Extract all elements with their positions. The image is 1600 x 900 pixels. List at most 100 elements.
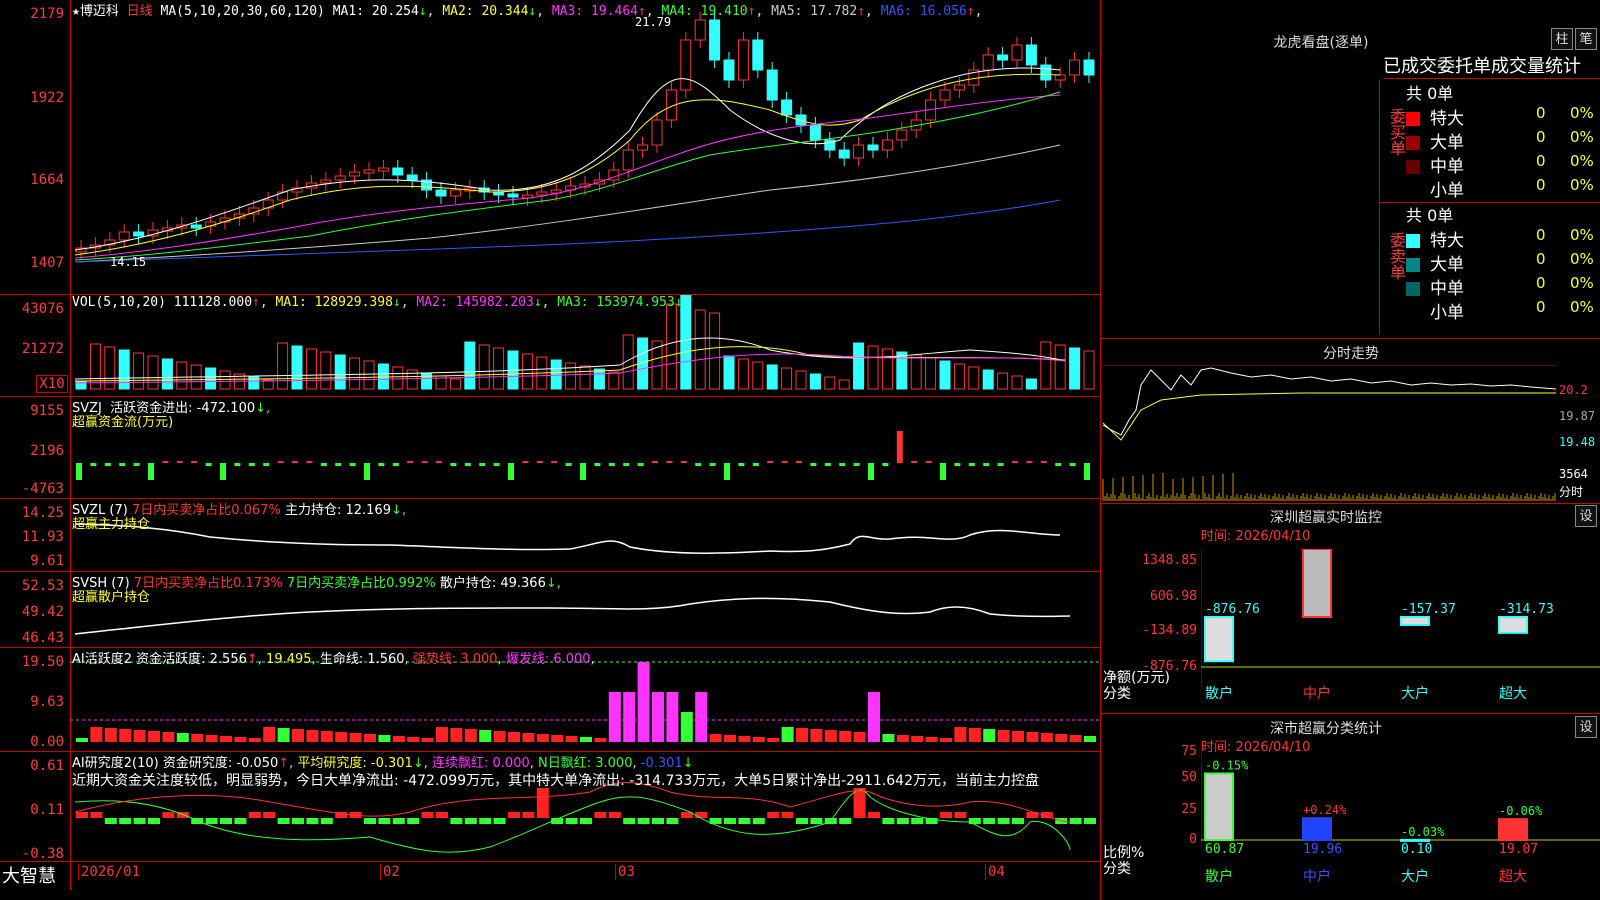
color-swatch-icon — [1406, 160, 1420, 174]
buy-row: 小单 0 0% — [1406, 176, 1600, 201]
activity-bar — [594, 738, 607, 742]
research-bar — [248, 812, 261, 818]
flow-bar — [508, 463, 514, 480]
activity-bar — [508, 732, 520, 742]
svzl-panel[interactable]: 14.25 11.93 9.61 SVZL (7) 7日内买卖净占比0.067%… — [0, 499, 1100, 572]
flow-bar — [752, 463, 759, 466]
classify-bar — [1204, 772, 1234, 841]
candle — [118, 231, 130, 241]
monitor-panel[interactable]: 深圳超赢实时监控 设 时间: 2026/04/10 1348.85 606.98… — [1101, 503, 1600, 714]
flow-bar — [220, 463, 226, 480]
classify-settings-button[interactable]: 设 — [1575, 716, 1597, 738]
activity-bar — [896, 735, 909, 742]
row-count: 0 — [1536, 250, 1546, 268]
stock-name: 博迈科 — [79, 4, 119, 19]
flow-bar — [378, 463, 385, 466]
monitor-title: 深圳超赢实时监控 — [1270, 510, 1382, 526]
volume-bar — [349, 357, 361, 390]
ma-value: MA4: — [661, 4, 693, 19]
candle — [752, 39, 764, 71]
activity-bar — [263, 727, 276, 742]
intraday-title: 分时走势 — [1323, 346, 1379, 362]
activity-bar — [220, 736, 232, 742]
svsh-panel[interactable]: 52.53 49.42 46.43 SVSH (7) 7日内买卖净占比0.173… — [0, 572, 1100, 648]
candle — [709, 19, 721, 61]
color-swatch-icon — [1406, 282, 1420, 296]
research-bar — [738, 818, 751, 824]
volume-bar — [766, 364, 778, 390]
row-label: 中单 — [1430, 157, 1464, 177]
period-label[interactable]: 日线 — [127, 4, 153, 19]
candle — [392, 167, 404, 176]
candle — [867, 144, 879, 151]
classify-panel[interactable]: 深市超赢分类统计 设 时间: 2026/04/10 75 50 25 0 比例%… — [1101, 714, 1600, 900]
volume-bar — [665, 303, 677, 390]
candlestick-panel[interactable]: 21.79 14.15 2179 1922 1664 1407 ★博迈科 日线 … — [0, 0, 1100, 295]
volume-bar — [968, 366, 980, 390]
activity-bar — [364, 734, 376, 742]
candlestick-chart[interactable]: 21.79 14.15 — [70, 0, 1100, 295]
classify-pct: +0.24% — [1303, 803, 1347, 817]
flow-bar — [364, 463, 370, 480]
flow-bar — [248, 463, 255, 466]
flow-bar — [551, 461, 558, 463]
activity-bar — [1040, 733, 1053, 742]
candle — [1011, 44, 1023, 61]
ai-research-panel[interactable]: 0.61 0.11 -0.38 AI研究度2(10) 资金研究度: -0.050… — [0, 752, 1100, 862]
x-axis: 大智慧 2026/01 02 03 04 — [0, 862, 1100, 900]
activity-bar — [234, 737, 247, 742]
flow-bar — [479, 463, 486, 466]
volume-bar — [881, 348, 893, 390]
monitor-settings-button[interactable]: 设 — [1575, 505, 1597, 527]
activity-bar — [90, 727, 103, 742]
intraday-chart[interactable] — [1101, 365, 1556, 501]
y-tick: 9155 — [30, 403, 64, 419]
volume-bar — [910, 354, 922, 390]
candle — [953, 84, 965, 91]
row-count: 0 — [1536, 176, 1546, 194]
flow-bar — [796, 461, 802, 463]
y-tick: 43076 — [21, 301, 64, 317]
activity-bar — [76, 738, 88, 742]
activity-bar — [119, 729, 132, 742]
tick-mode-button[interactable]: 笔 — [1575, 28, 1597, 50]
candle — [680, 39, 692, 91]
flow-bar — [1055, 463, 1062, 466]
classify-category: 中户 — [1303, 869, 1331, 885]
bar-mode-button[interactable]: 柱 — [1551, 28, 1573, 50]
classify-value: 0.10 — [1401, 842, 1433, 857]
volume-bar — [334, 354, 346, 390]
intraday-panel[interactable]: 分时走势 20.2 19.87 19.48 3564 分时 — [1101, 338, 1600, 504]
research-bar — [421, 812, 434, 818]
candle — [1025, 44, 1037, 66]
candle — [507, 193, 519, 198]
research-bar — [407, 818, 420, 824]
volume-bar — [1040, 341, 1052, 390]
activity-bar — [882, 734, 895, 742]
candle — [406, 174, 418, 181]
candle — [377, 167, 389, 172]
volume-panel[interactable]: 43076 21272 X10 VOL(5,10,20) 111128.000↑… — [0, 295, 1100, 397]
activity-bar — [176, 733, 189, 742]
classify-title: 深市超赢分类统计 — [1270, 721, 1382, 737]
volume-bar — [982, 369, 994, 390]
activity-bar — [666, 692, 679, 742]
research-bar — [148, 818, 160, 824]
research-bar — [508, 812, 520, 818]
volume-chart[interactable] — [70, 295, 1100, 397]
monitor-chart: -876.761348.85-157.37-314.73 — [1201, 549, 1600, 689]
research-bar — [608, 812, 621, 818]
candle — [363, 169, 375, 174]
svzj-panel[interactable]: 9155 2196 -4763 SVZJ 活跃资金进出: -472.100↓, … — [0, 397, 1100, 499]
research-bar — [493, 818, 506, 824]
monitor-category: 大户 — [1401, 686, 1429, 702]
research-bar — [767, 812, 780, 818]
activity-bar — [148, 731, 160, 742]
ai-activity-panel[interactable]: 19.50 9.63 0.00 AI活跃度2 资金活跃度: 2.556↑, 19… — [0, 648, 1100, 752]
candle — [997, 54, 1009, 61]
activity-bar — [205, 735, 218, 742]
chart-area[interactable]: 21.79 14.15 2179 1922 1664 1407 ★博迈科 日线 … — [0, 0, 1100, 900]
y-tick: 0.11 — [30, 802, 64, 818]
row-percent: 0% — [1570, 128, 1594, 146]
research-bar — [522, 812, 535, 818]
